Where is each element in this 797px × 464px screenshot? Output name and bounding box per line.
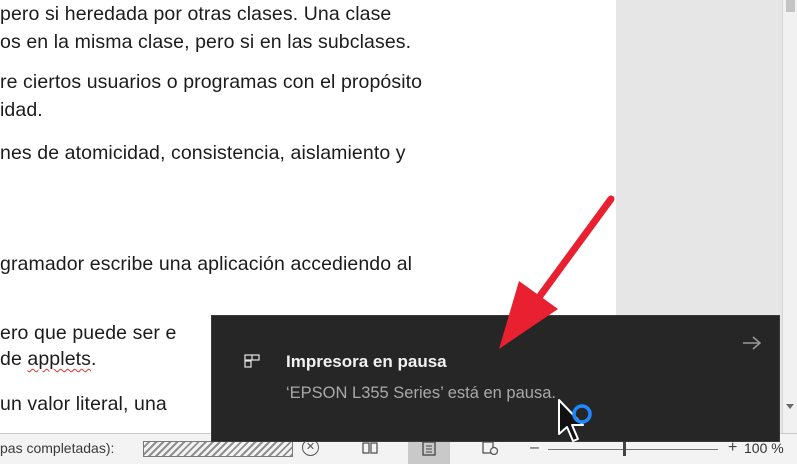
document-line: gramador escribe una aplicación accedien…	[0, 253, 413, 275]
zoom-level[interactable]: 100 %	[744, 440, 784, 456]
document-line: os en la misma clase, pero si en las sub…	[0, 31, 412, 53]
document-line: pero si heredada por otras clases. Una c…	[0, 3, 392, 25]
zoom-out-button[interactable]: –	[530, 440, 539, 456]
busy-cursor-icon	[558, 399, 592, 442]
print-layout-icon	[422, 441, 436, 456]
document-line: de applets.	[0, 348, 97, 371]
spellcheck-word[interactable]: applets	[27, 348, 91, 370]
printer-paused-notification[interactable]: Impresora en pausa ‘EPSON L355 Series’ e…	[212, 316, 779, 441]
status-progress-label: pas completadas):	[0, 440, 115, 456]
progress-bar	[143, 441, 293, 457]
document-text: de	[0, 348, 28, 370]
document-line: un valor literal, una	[0, 393, 167, 415]
web-layout-icon[interactable]	[482, 441, 498, 455]
vertical-scrollbar[interactable]	[782, 0, 797, 433]
arrow-right-icon[interactable]	[740, 334, 764, 352]
printer-queue-icon	[244, 354, 260, 368]
read-mode-icon[interactable]	[362, 441, 378, 455]
document-line: idad.	[0, 99, 43, 121]
zoom-slider-handle[interactable]	[623, 442, 626, 456]
notification-body: ‘EPSON L355 Series’ está en pausa.	[286, 384, 556, 402]
zoom-slider[interactable]	[548, 449, 718, 450]
notification-title: Impresora en pausa	[286, 352, 447, 371]
document-text: .	[91, 348, 97, 370]
zoom-in-button[interactable]: +	[728, 439, 737, 457]
document-line: re ciertos usuarios o programas con el p…	[0, 71, 423, 93]
scrollbar-thumb[interactable]	[786, 0, 795, 12]
cancel-icon[interactable]: ✕	[302, 439, 319, 456]
document-line: nes de atomicidad, consistencia, aislami…	[0, 142, 406, 164]
scroll-down-arrow-icon[interactable]	[786, 404, 794, 409]
document-line: ero que puede ser e	[0, 322, 177, 344]
